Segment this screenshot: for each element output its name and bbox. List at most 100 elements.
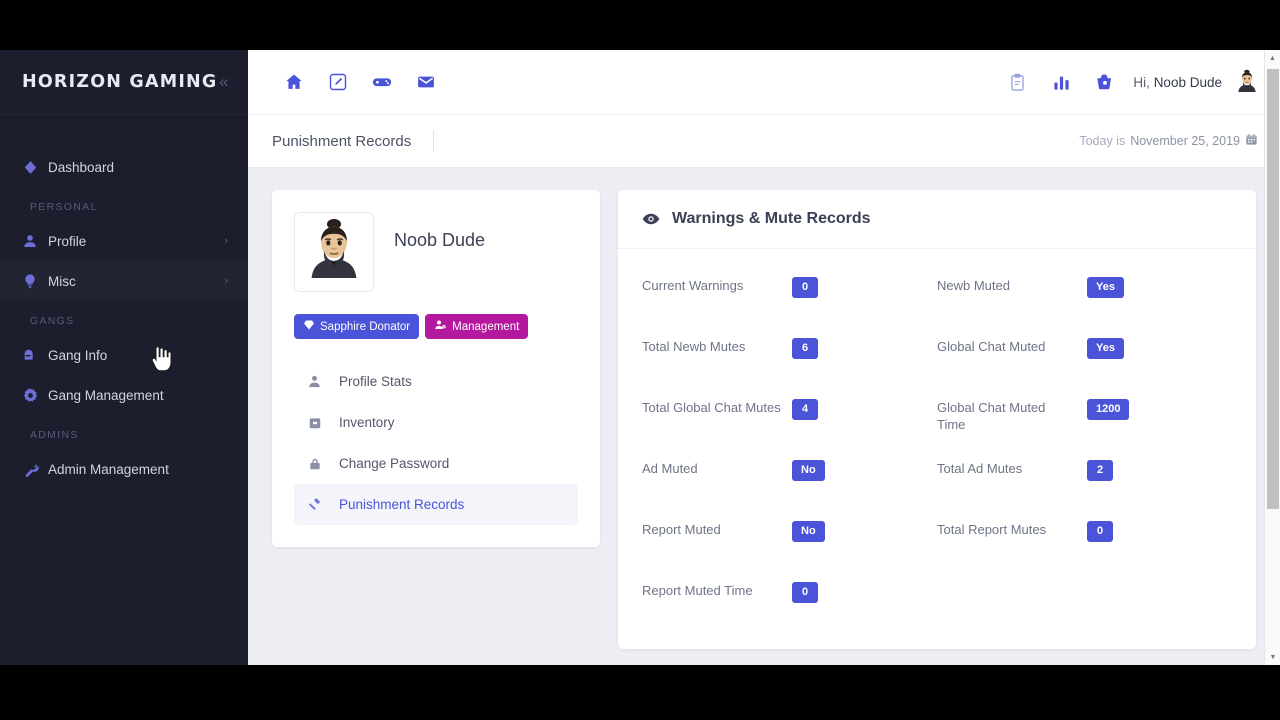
sidebar-section-admins: ADMINS — [30, 429, 79, 441]
gamepad-icon[interactable] — [360, 60, 404, 104]
profile-menu: Profile Stats Inventory Change Password — [294, 361, 578, 525]
lightbulb-icon — [22, 273, 48, 289]
badge-management[interactable]: Management — [425, 314, 529, 339]
basket-icon[interactable] — [1083, 60, 1127, 104]
box-icon — [306, 416, 323, 430]
vertical-scrollbar[interactable]: ▲ ▼ — [1264, 50, 1280, 665]
nav-top-spacer — [0, 125, 248, 147]
gear-icon — [22, 387, 48, 404]
menu-item-profile-stats[interactable]: Profile Stats — [294, 361, 578, 402]
sidebar-item-admin-management[interactable]: Admin Management — [0, 449, 248, 489]
badge-label: Sapphire Donator — [320, 320, 411, 333]
eye-icon — [642, 210, 660, 228]
sidebar-item-dashboard[interactable]: Dashboard — [0, 147, 248, 187]
brand-title: HORIZON GAMING — [22, 72, 218, 92]
sidebar-section-personal: PERSONAL — [30, 201, 98, 213]
menu-item-label: Inventory — [339, 415, 395, 430]
user-icon — [306, 374, 323, 389]
record-row: Total Global Chat Mutes 4 — [642, 385, 937, 446]
lock-icon — [306, 457, 323, 471]
records-title: Warnings & Mute Records — [672, 210, 871, 227]
today-date: November 25, 2019 — [1130, 134, 1240, 148]
sidebar-item-label: Gang Management — [48, 387, 164, 403]
record-label: Total Newb Mutes — [642, 339, 746, 354]
record-value: 1200 — [1087, 399, 1130, 420]
sidebar-item-label: Gang Info — [48, 347, 108, 363]
clipboard-icon[interactable] — [995, 60, 1039, 104]
record-row: Current Warnings 0 — [642, 263, 937, 324]
record-row: Ad Muted No — [642, 446, 937, 507]
today-indicator: Today is November 25, 2019 — [1079, 133, 1258, 149]
record-row: Global Chat Muted Time 1200 — [937, 385, 1232, 446]
record-label: Global Chat Muted Time — [937, 400, 1046, 432]
record-label: Total Global Chat Mutes — [642, 400, 781, 415]
home-icon[interactable] — [272, 60, 316, 104]
record-value: 0 — [1087, 521, 1113, 542]
record-row: Report Muted No — [642, 507, 937, 568]
diamond-icon — [22, 159, 48, 176]
record-value: Yes — [1087, 338, 1124, 359]
calendar-icon[interactable] — [1245, 133, 1258, 149]
gem-icon — [303, 319, 315, 334]
sidebar-item-label: Dashboard — [48, 159, 115, 175]
profile-name: Noob Dude — [394, 230, 486, 250]
sidebar-nav: Dashboard PERSONAL Profile › Misc › GANG… — [0, 115, 248, 489]
scroll-down-arrow[interactable]: ▼ — [1265, 649, 1280, 665]
chevron-right-icon: › — [224, 235, 228, 247]
profile-header: Noob Dude — [294, 212, 578, 292]
sidebar-item-gang-management[interactable]: Gang Management — [0, 375, 248, 415]
content-area: Noob Dude Sapphire Donator Management Pr… — [248, 168, 1280, 665]
chevron-double-left-icon[interactable]: « — [217, 70, 230, 94]
greeting-prefix: Hi, — [1133, 74, 1150, 90]
scrollbar-thumb[interactable] — [1267, 69, 1279, 509]
menu-item-label: Punishment Records — [339, 497, 465, 512]
chevron-right-icon: › — [224, 275, 228, 287]
sidebar-item-gang-info[interactable]: Gang Info — [0, 335, 248, 375]
profile-badges: Sapphire Donator Management — [294, 314, 578, 339]
menu-item-punishment-records[interactable]: Punishment Records — [294, 484, 578, 525]
scroll-up-arrow[interactable]: ▲ — [1265, 50, 1280, 66]
record-value: 0 — [792, 277, 818, 298]
profile-avatar — [294, 212, 374, 292]
record-value: 6 — [792, 338, 818, 359]
greeting: Hi, Noob Dude — [1133, 75, 1222, 90]
records-header: Warnings & Mute Records — [618, 190, 1256, 249]
menu-item-inventory[interactable]: Inventory — [294, 402, 578, 443]
record-label: Global Chat Muted — [937, 339, 1046, 354]
sidebar-item-misc[interactable]: Misc › — [0, 261, 248, 301]
edit-square-icon[interactable] — [316, 60, 360, 104]
record-value: Yes — [1087, 277, 1124, 298]
badge-label: Management — [452, 320, 520, 333]
badge-sapphire-donator[interactable]: Sapphire Donator — [294, 314, 420, 339]
records-card: Warnings & Mute Records Current Warnings… — [618, 190, 1256, 649]
sidebar-section-gangs: GANGS — [30, 315, 75, 327]
menu-item-label: Profile Stats — [339, 374, 412, 389]
sidebar-item-label: Misc — [48, 273, 76, 289]
menu-item-change-password[interactable]: Change Password — [294, 443, 578, 484]
record-label: Report Muted — [642, 522, 721, 537]
record-label: Newb Muted — [937, 278, 1010, 293]
bar-chart-icon[interactable] — [1039, 60, 1083, 104]
wrench-icon — [22, 461, 48, 478]
envelope-icon[interactable] — [404, 60, 448, 104]
page-divider — [433, 130, 435, 152]
top-navbar: Hi, Noob Dude — [248, 50, 1280, 115]
record-row: Total Report Mutes 0 — [937, 507, 1232, 568]
page-bar: Punishment Records Today is November 25,… — [248, 115, 1280, 168]
menu-item-label: Change Password — [339, 456, 450, 471]
user-icon — [22, 233, 48, 249]
record-value: No — [792, 521, 825, 542]
sidebar-item-profile[interactable]: Profile › — [0, 221, 248, 261]
greeting-username: Noob Dude — [1153, 74, 1222, 90]
browser-viewport: HORIZON GAMING « Dashboard PERSONAL Prof… — [0, 50, 1280, 665]
record-value: 0 — [792, 582, 818, 603]
record-row: Total Newb Mutes 6 — [642, 324, 937, 385]
record-value: 2 — [1087, 460, 1113, 481]
record-value: No — [792, 460, 825, 481]
record-row: Newb Muted Yes — [937, 263, 1232, 324]
avatar[interactable] — [1232, 67, 1262, 97]
record-label: Report Muted Time — [642, 583, 753, 598]
page-title: Punishment Records — [272, 132, 412, 150]
record-label: Current Warnings — [642, 278, 744, 293]
sidebar: HORIZON GAMING « Dashboard PERSONAL Prof… — [0, 50, 248, 665]
